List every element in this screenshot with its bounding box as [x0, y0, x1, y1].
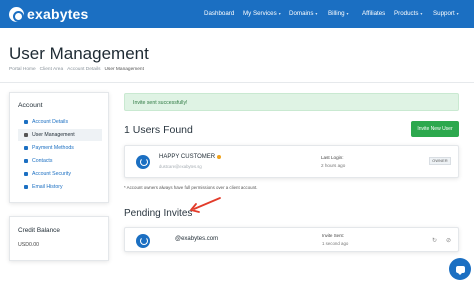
success-alert: Invite sent successfully! [124, 93, 459, 111]
invite-new-user-button[interactable]: Invite New User [411, 121, 459, 137]
credit-balance-value: USD0.00 [18, 242, 40, 248]
avatar [136, 234, 150, 248]
sidebar-item-user-management[interactable]: User Management [18, 129, 102, 141]
last-login-value: 2 hours ago [321, 163, 346, 168]
logo-icon [9, 6, 24, 22]
sidebar-item-payment-methods[interactable]: Payment Methods [18, 142, 102, 154]
breadcrumb: Portal Home Client Area Account Details … [9, 67, 144, 72]
chevron-down-icon: ▾ [346, 11, 349, 16]
envelope-icon [24, 185, 28, 189]
breadcrumb-client-area[interactable]: Client Area [40, 67, 63, 72]
breadcrumb-portal-home[interactable]: Portal Home [9, 67, 36, 72]
invite-sent-label: Invite Sent: [322, 233, 344, 238]
top-navbar: exabytes Dashboard My Services ▾ Domains ▾… [0, 0, 474, 28]
lock-icon [24, 172, 28, 176]
credit-balance-heading: Credit Balance [18, 227, 60, 234]
user-row-card: HAPPY CUSTOMER dustcare@exabytes.sg Last… [124, 145, 459, 178]
sidebar-item-contacts[interactable]: Contacts [18, 155, 102, 167]
brand-name: exabytes [27, 6, 89, 22]
nav-affiliates[interactable]: Affiliates [362, 10, 385, 17]
nav-billing[interactable]: Billing ▾ [328, 10, 349, 17]
account-sidebar-card: Account Account Details User Management … [9, 92, 109, 203]
nav-dashboard[interactable]: Dashboard [204, 10, 234, 17]
nav-support[interactable]: Support ▾ [433, 10, 459, 17]
avatar [136, 155, 150, 169]
chat-icon [455, 265, 465, 275]
resend-invite-icon[interactable]: ↻ [431, 237, 438, 244]
cancel-invite-icon[interactable]: ⊘ [445, 237, 452, 244]
users-count-heading: 1 Users Found [124, 124, 193, 136]
sidebar-item-account-details[interactable]: Account Details [18, 116, 102, 128]
last-login-label: Last Login: [321, 155, 344, 160]
nav-my-services[interactable]: My Services ▾ [243, 10, 281, 17]
chevron-down-icon: ▾ [315, 11, 318, 16]
owner-permissions-note: * Account owners always have full permis… [124, 185, 258, 190]
chat-button[interactable] [449, 258, 471, 280]
pending-invites-heading: Pending Invites [124, 208, 193, 219]
page-title: User Management [9, 44, 149, 63]
sidebar-item-account-security[interactable]: Account Security [18, 168, 102, 180]
invite-email: @exabytes.com [175, 236, 219, 242]
invite-sent-value: 1 second ago [322, 241, 349, 246]
breadcrumb-account-details[interactable]: Account Details [67, 67, 100, 72]
brand-logo[interactable]: exabytes [9, 6, 89, 22]
chevron-down-icon: ▾ [278, 11, 281, 16]
owner-badge: OWNER [429, 157, 451, 165]
users-icon [24, 133, 28, 137]
credit-balance-card: Credit Balance USD0.00 [9, 216, 109, 261]
sidebar-item-email-history[interactable]: Email History [18, 181, 102, 193]
chevron-down-icon: ▾ [420, 11, 423, 16]
user-email: dustcare@exabytes.sg [159, 164, 202, 169]
pending-invite-row: @exabytes.com Invite Sent: 1 second ago … [124, 227, 459, 252]
header-divider [0, 82, 474, 83]
chevron-down-icon: ▾ [456, 11, 459, 16]
account-heading: Account [18, 102, 43, 109]
user-icon [24, 120, 28, 124]
annotation-arrow-icon [190, 197, 221, 213]
credit-card-icon [24, 146, 28, 150]
nav-domains[interactable]: Domains ▾ [289, 10, 317, 17]
nav-products[interactable]: Products ▾ [394, 10, 422, 17]
user-name: HAPPY CUSTOMER [159, 154, 222, 160]
contacts-icon [24, 159, 28, 163]
status-dot-icon [217, 155, 222, 159]
breadcrumb-current: User Management [104, 67, 144, 72]
